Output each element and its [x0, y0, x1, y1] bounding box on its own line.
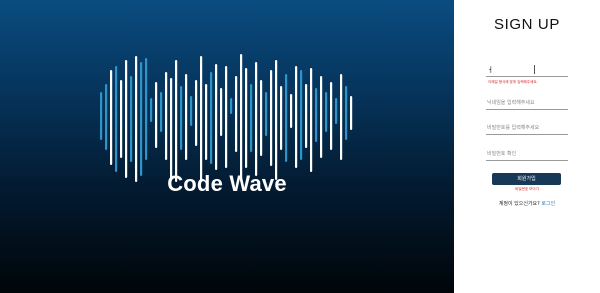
wave-bar: [265, 92, 268, 136]
login-prompt: 계정이 있으신가요? 로그인: [454, 200, 600, 207]
id-input[interactable]: [486, 64, 570, 76]
nickname-field[interactable]: [486, 97, 570, 110]
wave-bar: [335, 98, 338, 124]
wave-bar: [320, 76, 323, 158]
wave-bar: [165, 72, 168, 160]
wave-bar: [105, 84, 108, 150]
password-input[interactable]: [486, 122, 570, 134]
wave-bar: [145, 58, 148, 160]
wave-bar: [300, 70, 303, 160]
password-confirm-field[interactable]: [486, 148, 570, 161]
wave-bar: [180, 86, 183, 150]
wave-bar: [195, 80, 198, 146]
wave-bar: [295, 66, 298, 168]
wave-bar: [110, 70, 113, 165]
wave-bar: [100, 92, 103, 140]
text-cursor: [534, 65, 535, 74]
password-field[interactable]: [486, 122, 570, 135]
signup-title: SIGN UP: [494, 16, 560, 33]
wave-bar: [230, 98, 233, 114]
wave-bar: [155, 82, 158, 148]
wave-bar: [260, 80, 263, 156]
hero-panel: Code Wave: [0, 0, 454, 293]
wave-bar: [245, 68, 248, 168]
wave-bar: [305, 84, 308, 148]
nickname-input[interactable]: [486, 97, 570, 109]
wave-bar: [340, 74, 343, 160]
wave-bar: [315, 88, 318, 142]
id-field[interactable]: [486, 64, 570, 77]
wave-bar: [235, 76, 238, 152]
wave-bar: [125, 60, 128, 178]
wave-bar: [160, 92, 163, 132]
password-confirm-input[interactable]: [486, 148, 570, 160]
wave-bar: [220, 88, 223, 136]
id-error-message: 이메일 형식에 맞게 입력해주세요.: [488, 80, 538, 84]
wave-bar: [280, 86, 283, 150]
wave-bar: [140, 62, 143, 176]
wave-bar: [120, 80, 123, 158]
show-password-toggle[interactable]: 비밀번호 보이기: [454, 187, 600, 192]
wave-bar: [325, 92, 328, 132]
wave-bar: [270, 70, 273, 166]
wave-bar: [190, 96, 193, 126]
wave-bar: [150, 98, 153, 122]
wave-bar: [290, 94, 293, 128]
wave-bar: [345, 86, 348, 140]
wave-bar: [175, 60, 178, 182]
wave-bar: [170, 78, 173, 178]
wave-bar: [240, 54, 243, 180]
wave-bar: [285, 74, 288, 162]
wave-bar: [200, 56, 203, 182]
wave-bar: [210, 72, 213, 164]
wave-bar: [215, 64, 218, 170]
wave-bar: [130, 76, 133, 162]
signup-button[interactable]: 회원가입: [492, 173, 561, 185]
login-prompt-text: 계정이 있으신가요?: [498, 201, 540, 207]
wave-bar: [310, 68, 313, 172]
login-link[interactable]: 로그인: [541, 201, 555, 207]
wave-bar: [185, 74, 188, 160]
wave-bar: [250, 84, 253, 152]
wave-bar: [255, 62, 258, 176]
wave-bar: [330, 82, 333, 150]
signup-panel: SIGN UP 이메일 형식에 맞게 입력해주세요. 회원가입 비밀번호 보이기…: [454, 0, 600, 293]
wave-bar: [135, 56, 138, 182]
brand-name: Code Wave: [167, 171, 287, 196]
wave-bar: [275, 60, 278, 180]
wave-bar: [350, 96, 353, 130]
wave-bar: [205, 84, 208, 160]
wave-bar: [225, 66, 228, 168]
wave-bar: [115, 66, 118, 172]
sound-wave-graphic: [100, 54, 353, 182]
